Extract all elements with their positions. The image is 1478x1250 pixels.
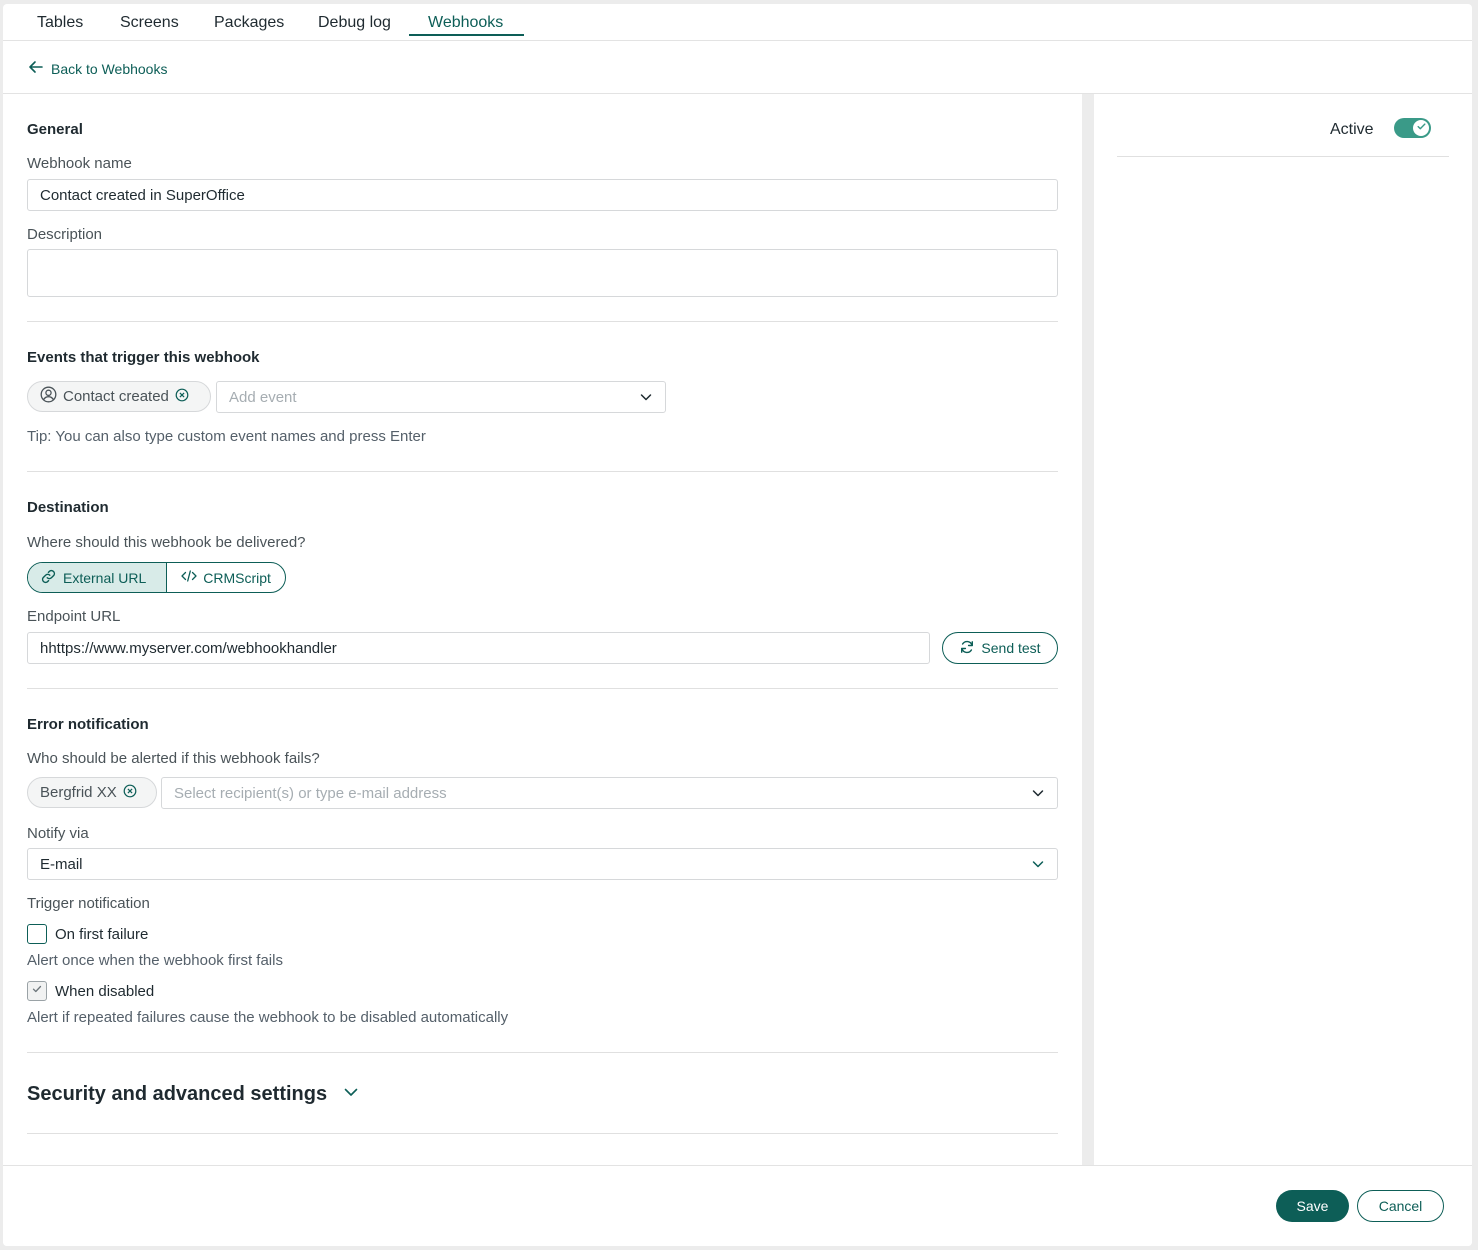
- webhook-name-input[interactable]: Contact created in SuperOffice: [27, 179, 1058, 211]
- remove-chip-icon[interactable]: [123, 784, 137, 802]
- recipient-select[interactable]: Select recipient(s) or type e-mail addre…: [161, 777, 1058, 809]
- active-tab-indicator: [409, 34, 524, 36]
- external-url-option[interactable]: External URL: [28, 563, 168, 592]
- endpoint-url-input[interactable]: hhttps://www.myserver.com/webhookhandler: [27, 632, 930, 664]
- remove-chip-icon[interactable]: [175, 388, 189, 406]
- notify-via-select[interactable]: E-mail: [27, 848, 1058, 880]
- chevron-down-icon: [1031, 786, 1045, 804]
- chevron-down-icon: [639, 390, 653, 408]
- description-label: Description: [27, 226, 103, 243]
- tab-packages[interactable]: Packages: [214, 14, 284, 32]
- on-first-failure-hint: Alert once when the webhook first fails: [27, 952, 283, 969]
- chevron-down-icon: [343, 1084, 359, 1105]
- webhook-name-value: Contact created in SuperOffice: [40, 186, 245, 204]
- crmscript-label: CRMScript: [203, 569, 271, 586]
- webhook-name-label: Webhook name: [27, 155, 132, 172]
- panel-divider: [1082, 94, 1094, 1165]
- error-notification-question: Who should be alerted if this webhook fa…: [27, 750, 320, 767]
- arrow-left-icon: [27, 58, 45, 79]
- check-icon: [31, 982, 43, 1000]
- back-to-webhooks-link[interactable]: Back to Webhooks: [27, 58, 167, 79]
- crmscript-option[interactable]: CRMScript: [167, 563, 285, 592]
- check-icon: [1416, 119, 1427, 137]
- when-disabled-checkbox[interactable]: [27, 981, 47, 1001]
- description-textarea[interactable]: [27, 249, 1058, 297]
- chevron-down-icon: [1031, 857, 1045, 875]
- divider: [27, 1052, 1058, 1053]
- add-event-placeholder: Add event: [229, 388, 297, 406]
- events-heading: Events that trigger this webhook: [27, 349, 260, 366]
- tab-webhooks[interactable]: Webhooks: [428, 14, 503, 32]
- active-toggle[interactable]: [1394, 118, 1431, 138]
- on-first-failure-checkbox[interactable]: [27, 924, 47, 944]
- trigger-notification-label: Trigger notification: [27, 895, 150, 912]
- send-test-label: Send test: [981, 640, 1041, 656]
- divider: [27, 1133, 1058, 1134]
- main-form: General Webhook name Contact created in …: [3, 94, 1082, 1165]
- error-notification-heading: Error notification: [27, 716, 149, 733]
- security-settings-toggle[interactable]: Security and advanced settings: [27, 1083, 359, 1106]
- event-chip-contact-created: Contact created: [27, 381, 211, 412]
- destination-heading: Destination: [27, 499, 109, 516]
- tab-tables[interactable]: Tables: [37, 14, 83, 32]
- tab-screens[interactable]: Screens: [120, 14, 179, 32]
- when-disabled-hint: Alert if repeated failures cause the web…: [27, 1009, 509, 1026]
- recipient-chip-label: Bergfrid XX: [40, 784, 117, 801]
- notify-via-value: E-mail: [40, 855, 83, 873]
- link-icon: [40, 568, 57, 588]
- endpoint-url-value: hhttps://www.myserver.com/webhookhandler: [40, 639, 337, 657]
- tab-debug-log[interactable]: Debug log: [318, 14, 391, 32]
- back-bar: Back to Webhooks: [3, 41, 1472, 94]
- toggle-knob: [1413, 120, 1429, 136]
- general-heading: General: [27, 121, 83, 138]
- recipient-chip: Bergfrid XX: [27, 777, 157, 808]
- notify-via-label: Notify via: [27, 825, 89, 842]
- divider: [27, 321, 1058, 322]
- add-event-select[interactable]: Add event: [216, 381, 666, 413]
- divider: [27, 471, 1058, 472]
- external-url-label: External URL: [63, 569, 147, 586]
- code-icon: [181, 569, 197, 586]
- destination-type-toggle: External URL CRMScript: [27, 562, 286, 593]
- when-disabled-label: When disabled: [55, 983, 155, 1000]
- webhook-editor-window: Tables Screens Packages Debug log Webhoo…: [3, 4, 1472, 1246]
- destination-question: Where should this webhook be delivered?: [27, 534, 306, 551]
- back-link-label: Back to Webhooks: [51, 60, 168, 77]
- divider: [27, 688, 1058, 689]
- refresh-icon: [959, 639, 975, 658]
- security-heading: Security and advanced settings: [27, 1083, 328, 1105]
- send-test-button[interactable]: Send test: [942, 632, 1058, 664]
- endpoint-url-label: Endpoint URL: [27, 608, 121, 625]
- recipient-placeholder: Select recipient(s) or type e-mail addre…: [174, 784, 447, 802]
- event-chip-label: Contact created: [63, 388, 169, 405]
- top-tabs: Tables Screens Packages Debug log Webhoo…: [3, 4, 1472, 41]
- side-panel: Active: [1094, 94, 1472, 1165]
- active-label: Active: [1330, 121, 1374, 138]
- divider: [1117, 156, 1449, 157]
- events-tip: Tip: You can also type custom event name…: [27, 428, 426, 445]
- on-first-failure-label: On first failure: [55, 926, 149, 943]
- user-circle-icon: [40, 386, 57, 407]
- footer-bar: Save Cancel: [3, 1165, 1472, 1246]
- cancel-button[interactable]: Cancel: [1357, 1190, 1444, 1222]
- save-button[interactable]: Save: [1276, 1190, 1349, 1222]
